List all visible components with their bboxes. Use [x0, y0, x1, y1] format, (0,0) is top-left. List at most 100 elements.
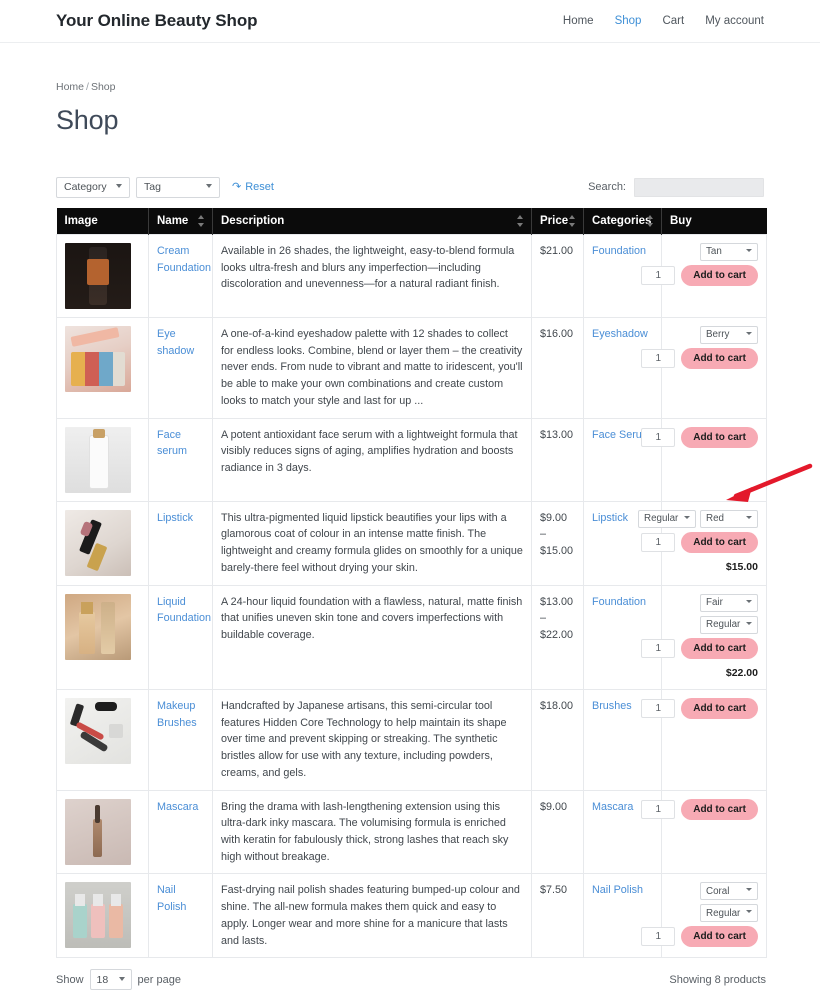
- table-row: Makeup Brushes Handcrafted by Japanese ar…: [56, 689, 767, 791]
- add-to-cart-button[interactable]: Add to cart: [681, 637, 758, 659]
- tag-filter-value: Tag: [144, 181, 161, 193]
- product-name-link[interactable]: Nail Polish: [157, 884, 186, 913]
- column-header-name[interactable]: Name: [148, 208, 213, 235]
- reset-filters-button[interactable]: ↷ Reset: [232, 181, 274, 193]
- column-label-price: Price: [540, 215, 569, 227]
- variation-select[interactable]: Regular: [700, 904, 758, 923]
- product-thumbnail[interactable]: [65, 243, 131, 309]
- product-thumbnail[interactable]: [65, 593, 131, 660]
- buy-controls: Berry Add to cart: [641, 326, 758, 369]
- site-header: Your Online Beauty Shop Home Shop Cart M…: [0, 0, 820, 42]
- sort-icon-name[interactable]: [198, 215, 205, 227]
- column-header-price[interactable]: Price: [531, 208, 584, 235]
- nav-item-my-account[interactable]: My account: [705, 15, 764, 27]
- product-category-link[interactable]: Nail Polish: [592, 884, 643, 896]
- quantity-input[interactable]: [641, 266, 676, 285]
- cell-description: Available in 26 shades, the lightweight,…: [212, 234, 532, 318]
- add-to-cart-button[interactable]: Add to cart: [681, 531, 758, 553]
- nav-item-home[interactable]: Home: [563, 15, 594, 27]
- variation-select[interactable]: Regular: [700, 615, 758, 634]
- quantity-input[interactable]: [641, 927, 676, 947]
- product-thumbnail[interactable]: [65, 882, 131, 949]
- product-thumbnail[interactable]: [65, 426, 131, 493]
- chevron-down-icon: [746, 910, 753, 917]
- table-row: Cream Foundation Available in 26 shades, …: [56, 234, 767, 318]
- column-header-image[interactable]: Image: [56, 208, 149, 235]
- reset-label: Reset: [245, 181, 274, 193]
- variation-select[interactable]: Tan: [700, 243, 758, 261]
- product-thumbnail[interactable]: [65, 798, 131, 865]
- tag-filter-select[interactable]: Tag: [136, 176, 220, 198]
- product-category-link[interactable]: Foundation: [592, 596, 646, 608]
- chevron-down-icon: [746, 332, 753, 339]
- cell-image: [56, 689, 149, 791]
- selected-variation-price: $15.00: [725, 560, 758, 573]
- table-footer: Show 18 per page Showing 8 products: [56, 969, 766, 990]
- add-to-cart-button[interactable]: Add to cart: [681, 798, 758, 820]
- site-title: Your Online Beauty Shop: [56, 11, 258, 30]
- product-name-link[interactable]: Face serum: [157, 429, 187, 458]
- cell-price: $13.00: [531, 418, 584, 502]
- cell-image: [56, 585, 149, 690]
- add-to-cart-button[interactable]: Add to cart: [681, 348, 758, 369]
- breadcrumb-home[interactable]: Home: [56, 81, 84, 93]
- product-name-link[interactable]: Liquid Foundation: [157, 596, 211, 625]
- variation-select[interactable]: Regular: [638, 509, 696, 528]
- product-thumbnail[interactable]: [65, 326, 131, 392]
- category-filter-value: Category: [64, 181, 107, 193]
- add-to-cart-button[interactable]: Add to cart: [681, 697, 758, 719]
- product-category-link[interactable]: Mascara: [592, 801, 633, 813]
- cell-name: Lipstick: [148, 501, 213, 586]
- cell-description: A one-of-a-kind eyeshadow palette with 1…: [212, 317, 532, 419]
- quantity-input[interactable]: [641, 349, 676, 368]
- column-label-buy: Buy: [670, 215, 692, 227]
- cell-price: $16.00: [531, 317, 584, 419]
- product-category-link[interactable]: Lipstick: [592, 512, 628, 524]
- quantity-input[interactable]: [641, 698, 676, 718]
- add-to-cart-button[interactable]: Add to cart: [681, 265, 758, 286]
- product-category-link[interactable]: Brushes: [592, 700, 632, 712]
- product-name-link[interactable]: Mascara: [157, 801, 198, 813]
- quantity-input[interactable]: [641, 427, 676, 447]
- product-name-link[interactable]: Eye shadow: [157, 328, 194, 357]
- cell-name: Makeup Brushes: [148, 689, 213, 791]
- variation-select[interactable]: Coral: [700, 882, 758, 901]
- cell-image: [56, 501, 149, 586]
- cell-image: [56, 234, 149, 318]
- cell-description: Fast-drying nail polish shades featuring…: [212, 873, 532, 959]
- product-name-link[interactable]: Lipstick: [157, 512, 193, 524]
- variation-select-row: Regular Red: [638, 509, 758, 528]
- table-header-row: Image Name Description Price Categories …: [56, 208, 767, 235]
- product-name-link[interactable]: Makeup Brushes: [157, 700, 197, 729]
- sort-icon-price[interactable]: [569, 215, 576, 227]
- cell-description: A potent antioxidant face serum with a l…: [212, 418, 532, 502]
- variation-select[interactable]: Fair: [700, 593, 758, 612]
- breadcrumb-separator: /: [86, 81, 89, 93]
- variation-select[interactable]: Red: [700, 509, 758, 528]
- quantity-input[interactable]: [641, 799, 676, 819]
- product-thumbnail[interactable]: [65, 697, 131, 764]
- category-filter-select[interactable]: Category: [56, 176, 130, 198]
- product-name-link[interactable]: Cream Foundation: [157, 245, 211, 274]
- nav-item-cart[interactable]: Cart: [662, 15, 684, 27]
- per-page-select[interactable]: 18: [89, 969, 132, 990]
- product-description: Handcrafted by Japanese artisans, this s…: [221, 699, 507, 779]
- quantity-input[interactable]: [641, 638, 676, 658]
- column-header-description[interactable]: Description: [212, 208, 532, 235]
- product-description: A 24-hour liquid foundation with a flawl…: [221, 595, 523, 642]
- nav-item-shop[interactable]: Shop: [615, 15, 642, 27]
- product-category-link[interactable]: Eyeshadow: [592, 328, 648, 340]
- quantity-and-add-row: Add to cart: [641, 265, 758, 286]
- variation-select[interactable]: Berry: [700, 326, 758, 344]
- column-header-categories[interactable]: Categories: [583, 208, 662, 235]
- add-to-cart-button[interactable]: Add to cart: [681, 926, 758, 948]
- search-input[interactable]: [634, 177, 764, 197]
- column-label-image: Image: [64, 215, 98, 227]
- sort-icon-description[interactable]: [517, 215, 524, 227]
- sort-icon-categories[interactable]: [647, 215, 654, 227]
- add-to-cart-button[interactable]: Add to cart: [681, 426, 758, 448]
- variation-value: Regular: [644, 513, 679, 525]
- quantity-input[interactable]: [641, 532, 676, 552]
- product-thumbnail[interactable]: [65, 509, 131, 576]
- product-category-link[interactable]: Foundation: [592, 245, 646, 257]
